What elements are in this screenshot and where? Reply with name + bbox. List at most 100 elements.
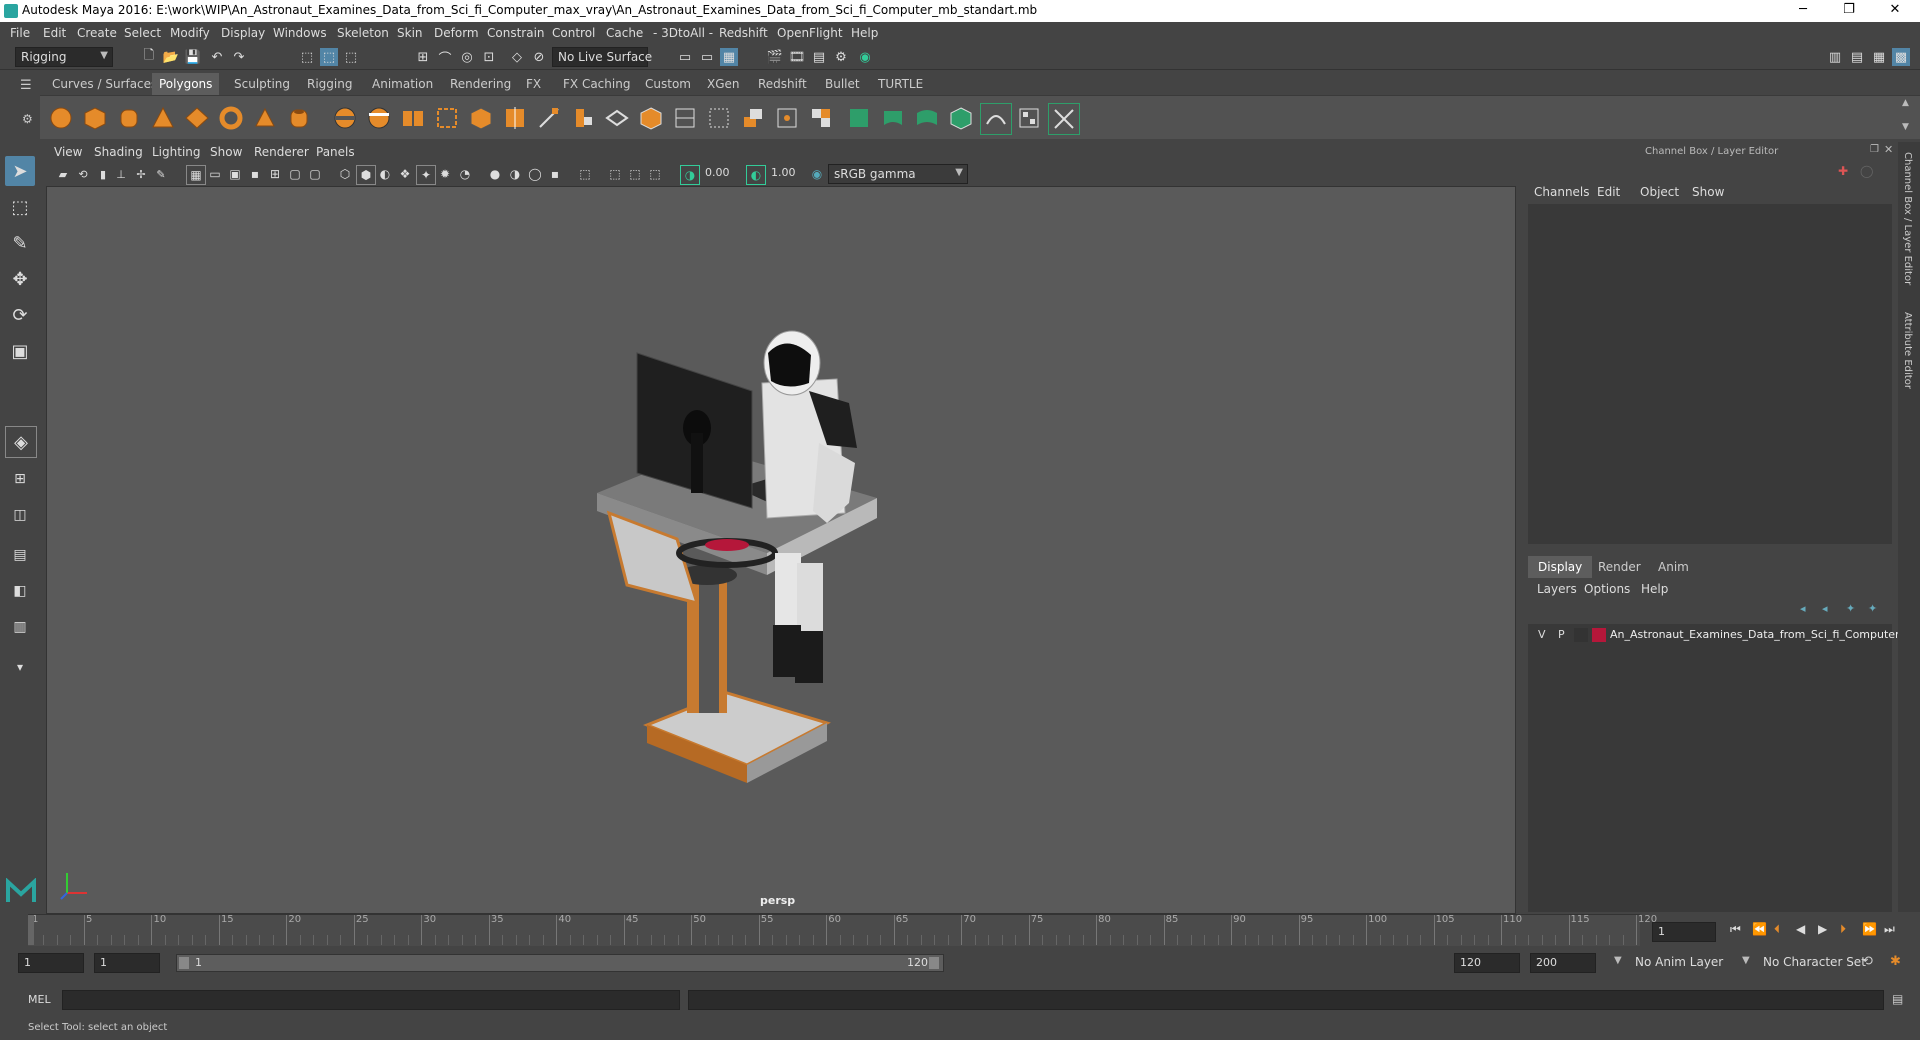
snap-grid-icon[interactable]: ⊞ [414,48,432,66]
poly-cylinder-icon[interactable] [114,103,144,133]
menu-cache[interactable]: Cache [606,26,643,40]
tab-polygons[interactable]: Polygons [152,73,220,95]
grease-pencil-icon[interactable]: ✎ [152,165,170,183]
open-scene-icon[interactable]: 📂 [162,48,180,66]
tab-redshift[interactable]: Redshift [751,73,814,95]
layout-four-icon[interactable]: ⊞ [5,464,35,494]
close-button[interactable]: ✕ [1872,0,1918,22]
range-start-handle[interactable] [179,957,189,969]
menu-redshift[interactable]: Redshift [719,26,768,40]
animation-prefs-icon[interactable]: ✱ [1890,954,1901,969]
move-layer-down-icon[interactable]: ◂ [1822,602,1828,615]
bevel-icon[interactable] [602,103,632,133]
uv-unfold-icon[interactable] [980,103,1012,135]
grid-toggle-icon[interactable]: ▦ [186,165,206,185]
menu-select[interactable]: Select [124,26,161,40]
rotate-tool-icon[interactable]: ⟳ [5,300,35,330]
options-menu[interactable]: Options [1584,582,1630,596]
ambient-occlusion-icon[interactable]: ◔ [456,165,474,183]
new-scene-icon[interactable]: 🗋 [140,48,158,66]
select-tool-icon[interactable]: ➤ [5,156,35,186]
redo-icon[interactable]: ↷ [230,48,248,66]
workspace-icon-1[interactable]: ▥ [1826,48,1844,66]
move-layer-up-icon[interactable]: ◂ [1800,602,1806,615]
menu-display[interactable]: Display [221,26,265,40]
xray-joints-icon[interactable]: ⬚ [606,165,624,183]
current-time-indicator[interactable] [28,915,34,945]
uv-planar-icon[interactable] [844,103,874,133]
poly-cone-icon[interactable] [148,103,178,133]
lasso-tool-icon[interactable]: ⬚ [5,192,35,222]
layer-row[interactable]: V P An_Astronaut_Examines_Data_from_Sci_… [1530,626,1900,644]
menu-deform[interactable]: Deform [434,26,479,40]
boolean-icon[interactable] [466,103,496,133]
tab-fx-caching[interactable]: FX Caching [556,73,637,95]
live-surface-icon[interactable]: ⊘ [530,48,548,66]
exposure-field[interactable]: 0.00 [700,164,742,184]
animation-end-field[interactable]: 200 [1530,953,1596,973]
object-menu[interactable]: Object [1640,185,1679,199]
combine-icon[interactable] [330,103,360,133]
close-panel-icon[interactable]: ✕ [1884,143,1893,156]
wireframe-icon[interactable]: ⬡ [336,165,354,183]
play-forward-icon[interactable]: ▶ [1818,922,1827,936]
poly-pipe-icon[interactable] [284,103,314,133]
smooth-shade-icon[interactable]: ⬢ [356,165,376,185]
layout-graph-icon[interactable]: ◧ [5,576,35,606]
viewport-menu-view[interactable]: View [54,145,82,159]
shelf-scroll-down-icon[interactable]: ▼ [1902,122,1909,132]
two-d-pan-icon[interactable]: ✢ [132,165,150,183]
menu-edit[interactable]: Edit [43,26,66,40]
channel-box-toggle-icon[interactable]: ◯ [1860,164,1873,178]
layer-type-toggle[interactable] [1574,628,1588,642]
select-object-icon[interactable]: ⬚ [320,48,338,66]
tab-turtle[interactable]: TURTLE [871,73,930,95]
xray-active-icon[interactable]: ⬚ [626,165,644,183]
gamma-icon[interactable]: ◐ [746,165,766,185]
undo-icon[interactable]: ↶ [208,48,226,66]
snap-point-icon[interactable]: ◎ [458,48,476,66]
use-lights-icon[interactable]: ✦ [416,165,436,185]
layer-name[interactable]: An_Astronaut_Examines_Data_from_Sci_fi_C… [1610,628,1900,641]
poly-sphere-icon[interactable] [46,103,76,133]
tab-render[interactable]: Render [1588,556,1651,578]
bridge-icon[interactable] [568,103,598,133]
wireframe-on-shaded-icon[interactable]: ◐ [376,165,394,183]
menu-constrain[interactable]: Constrain [487,26,545,40]
step-forward-icon[interactable]: ⏩ [1862,922,1877,936]
menu-set-dropdown[interactable]: Rigging ▼ [15,47,113,67]
layers-menu[interactable]: Layers [1537,582,1577,596]
move-tool-icon[interactable]: ✥ [5,264,35,294]
tab-xgen[interactable]: XGen [700,73,747,95]
step-forward-key-icon[interactable]: ⏵ [1840,922,1846,937]
viewport-menu-lighting[interactable]: Lighting [152,145,201,159]
layout-more-icon[interactable]: ▾ [5,652,35,682]
step-back-icon[interactable]: ⏪ [1752,922,1767,936]
viewport-menu-panels[interactable]: Panels [316,145,355,159]
edge-loop-icon[interactable] [704,103,734,133]
layout-outliner-icon[interactable]: ▤ [5,540,35,570]
save-scene-icon[interactable]: 💾 [184,48,202,66]
snap-view-icon[interactable]: ⊡ [480,48,498,66]
uv-spherical-icon[interactable] [912,103,942,133]
xray-icon[interactable]: ⬚ [576,165,594,183]
layer-visibility-toggle[interactable]: V [1538,628,1546,641]
field-chart-icon[interactable]: ⊞ [266,165,284,183]
append-polygon-icon[interactable] [636,103,666,133]
poly-plane-icon[interactable] [182,103,212,133]
range-end-handle[interactable] [929,957,939,969]
menu-control[interactable]: Control [552,26,595,40]
live-surface-field[interactable]: No Live Surface [552,47,652,67]
view-transform-dropdown[interactable]: sRGB gamma ▼ [828,164,968,184]
bookmark-icon[interactable]: ▮ [94,165,112,183]
go-to-start-icon[interactable]: ⏮ [1730,922,1741,937]
gamma-field[interactable]: 1.00 [766,164,806,184]
camera-attrs-icon[interactable]: ⟲ [74,165,92,183]
render-frame-icon[interactable]: 🎞 [788,48,806,66]
playback-start-field[interactable]: 1 [94,953,160,973]
safe-title-icon[interactable]: ▢ [306,165,324,183]
menu-modify[interactable]: Modify [170,26,210,40]
script-editor-icon[interactable]: ▤ [1892,992,1903,1006]
viewport-menu-show[interactable]: Show [210,145,242,159]
shelf-options-icon[interactable]: ⚙ [22,112,33,126]
